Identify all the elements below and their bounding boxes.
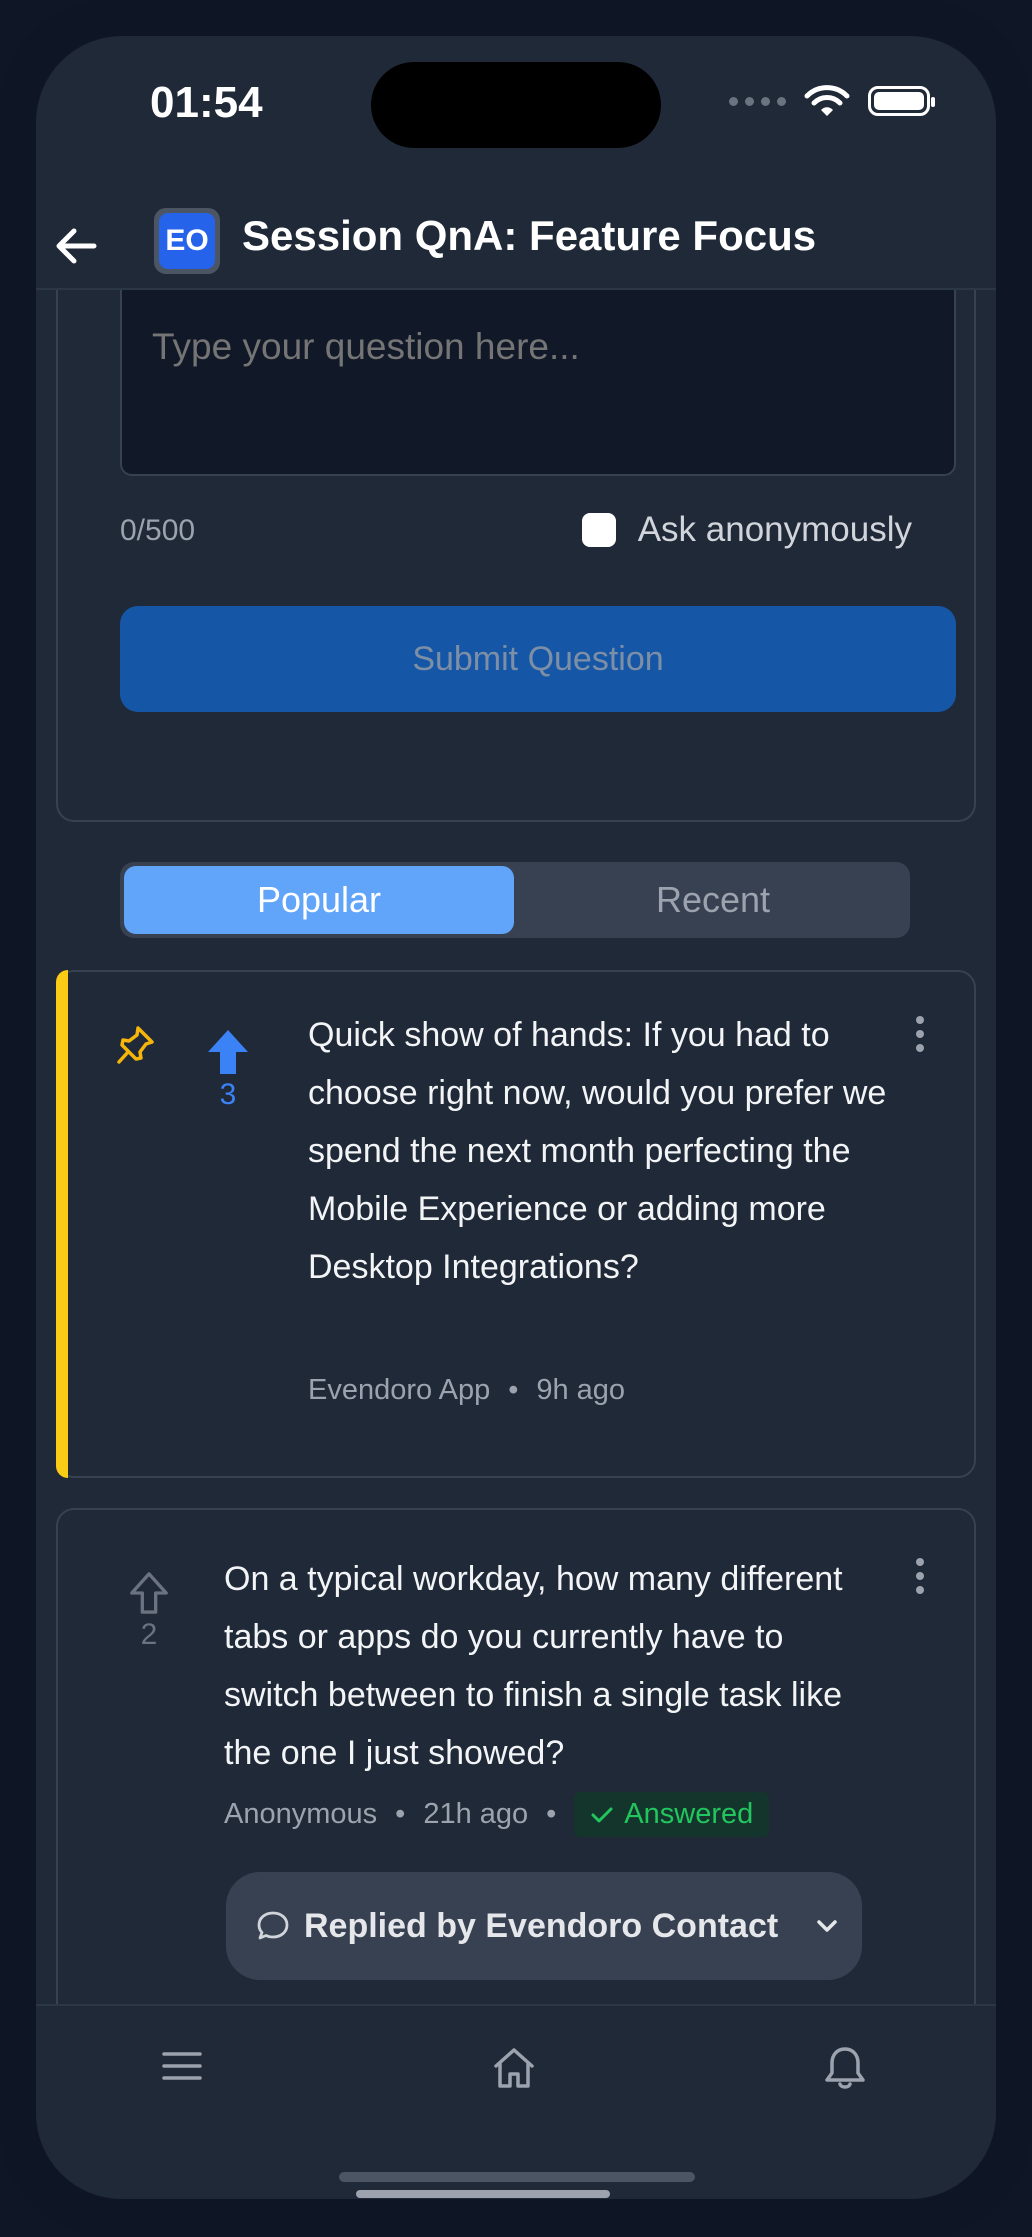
phone-frame: 01:54 EO Session QnA: Feature Focus 0/	[0, 0, 1032, 2237]
bottom-tab-bar	[36, 2004, 996, 2199]
signal-icon	[729, 96, 786, 106]
event-logo: EO	[154, 208, 220, 274]
question-time: 9h ago	[536, 1374, 626, 1406]
menu-icon[interactable]	[160, 2044, 204, 2088]
sort-segmented-control: Popular Recent	[120, 862, 910, 938]
tab-recent[interactable]: Recent	[520, 866, 906, 934]
meta-separator: •	[508, 1374, 519, 1406]
question-meta: Evendoro App • 9h ago	[308, 1374, 625, 1407]
question-input[interactable]	[120, 290, 956, 476]
status-icons	[729, 84, 935, 118]
chevron-down-icon	[817, 1920, 837, 1932]
dynamic-island	[371, 62, 661, 148]
answered-badge: Answered	[574, 1792, 770, 1837]
pinned-indicator	[56, 970, 68, 1478]
upvote-control[interactable]: 2	[128, 1570, 170, 1652]
tab-popular[interactable]: Popular	[124, 866, 514, 934]
wifi-icon	[804, 85, 850, 116]
status-time: 01:54	[150, 78, 263, 127]
back-arrow-icon[interactable]	[48, 216, 108, 276]
ask-anonymously-toggle[interactable]: Ask anonymously	[581, 510, 912, 550]
event-logo-text: EO	[159, 213, 215, 269]
bell-icon[interactable]	[822, 2044, 868, 2092]
submit-question-button[interactable]: Submit Question	[120, 606, 956, 712]
question-text: Quick show of hands: If you had to choos…	[308, 1016, 887, 1286]
question-text: On a typical workday, how many different…	[224, 1560, 843, 1772]
page-title: Session QnA: Feature Focus	[242, 212, 817, 259]
more-options-icon[interactable]	[916, 1558, 926, 1600]
upvote-arrow-icon[interactable]	[206, 1028, 250, 1076]
scroll-content[interactable]: 0/500 Ask anonymously Submit Question Po…	[36, 290, 996, 2010]
vote-count: 3	[219, 1078, 237, 1111]
screen: 01:54 EO Session QnA: Feature Focus 0/	[36, 36, 996, 2199]
question-meta: Anonymous • 21h ago • Answered	[224, 1792, 770, 1837]
question-author: Anonymous	[224, 1798, 378, 1830]
meta-separator: •	[395, 1798, 406, 1830]
check-icon	[591, 1807, 613, 1822]
anonymous-checkbox[interactable]	[581, 513, 616, 547]
chat-bubble-icon	[257, 1911, 289, 1940]
pin-icon	[117, 1026, 154, 1064]
anonymous-label: Ask anonymously	[637, 510, 912, 549]
answered-label: Answered	[624, 1798, 754, 1830]
more-options-icon[interactable]	[916, 1016, 926, 1058]
upvote-arrow-outline-icon[interactable]	[128, 1570, 170, 1616]
reply-toggle-button[interactable]: Replied by Evendoro Contact	[226, 1872, 862, 1980]
upvote-control[interactable]: 3	[206, 1028, 250, 1112]
reply-label: Replied by Evendoro Contact	[304, 1906, 779, 1945]
home-indicator-highlight	[356, 2190, 610, 2198]
home-icon[interactable]	[490, 2044, 538, 2092]
ask-question-card: 0/500 Ask anonymously Submit Question	[56, 290, 976, 822]
vote-count: 2	[140, 1618, 158, 1651]
question-author: Evendoro App	[308, 1374, 491, 1406]
question-card: 3 Quick show of hands: If you had to cho…	[56, 970, 976, 1478]
question-card: 2 On a typical workday, how many differe…	[56, 1508, 976, 2010]
question-time: 21h ago	[423, 1798, 529, 1830]
battery-icon	[868, 86, 935, 116]
home-indicator	[339, 2172, 695, 2182]
meta-separator: •	[546, 1798, 557, 1830]
character-counter: 0/500	[120, 514, 196, 547]
